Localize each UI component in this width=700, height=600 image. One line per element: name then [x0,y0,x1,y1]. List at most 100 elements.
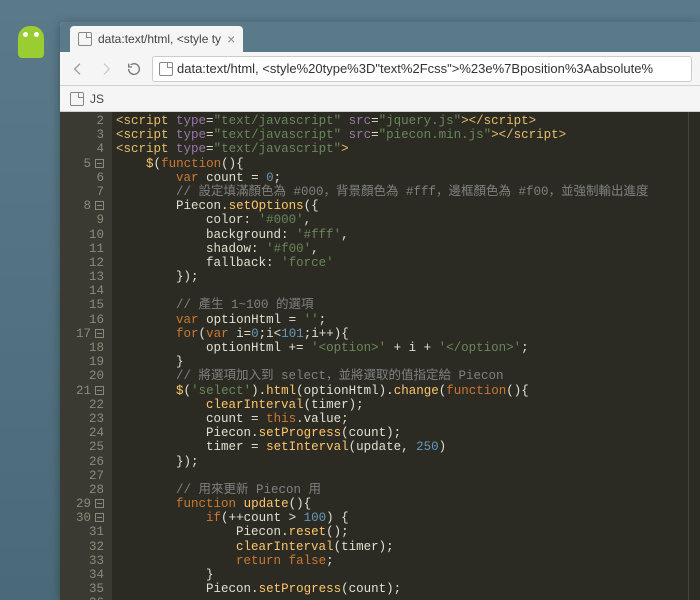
line-number: 30 [72,511,104,525]
code-line[interactable]: background: '#fff', [112,228,700,242]
reload-icon [126,61,142,77]
code-line[interactable]: optionHtml += '<option>' + i + '</option… [112,341,700,355]
code-line[interactable]: }); [112,270,700,284]
code-line[interactable]: var optionHtml = ''; [112,313,700,327]
line-number: 23 [72,412,104,426]
code-line[interactable]: count = this.value; [112,412,700,426]
code-line[interactable]: <script type="text/javascript"> [112,142,700,156]
line-gutter: 2345678910111213141516171819202122232425… [60,112,112,600]
code-line[interactable] [112,284,700,298]
line-number: 21 [72,384,104,398]
code-line[interactable]: // 設定填滿顏色為 #000，背景顏色為 #fff，邊框顏色為 #f00，並強… [112,185,700,199]
arrow-left-icon [70,61,86,77]
profile-avatar[interactable] [18,26,44,58]
line-number: 14 [72,284,104,298]
line-number: 28 [72,483,104,497]
page-icon [159,62,173,76]
code-editor[interactable]: 2345678910111213141516171819202122232425… [60,112,700,600]
line-number: 33 [72,554,104,568]
code-line[interactable]: shadow: '#f00', [112,242,700,256]
bookmark-item[interactable]: JS [90,92,104,106]
code-line[interactable]: Piecon.setProgress(count); [112,582,700,596]
bookmarks-bar: JS [60,86,700,112]
close-icon[interactable]: × [227,31,235,47]
code-area[interactable]: <script type="text/javascript" src="jque… [112,112,700,600]
code-line[interactable]: Piecon.setProgress(count); [112,426,700,440]
line-number: 26 [72,455,104,469]
line-number: 13 [72,270,104,284]
reload-button[interactable] [124,59,144,79]
browser-tab[interactable]: data:text/html, <style ty × [70,26,243,52]
line-number: 5 [72,157,104,171]
arrow-right-icon [98,61,114,77]
line-number: 35 [72,582,104,596]
line-number: 10 [72,228,104,242]
code-line[interactable]: <script type="text/javascript" src="jque… [112,114,700,128]
line-number: 29 [72,497,104,511]
code-line[interactable]: color: '#000', [112,213,700,227]
code-line[interactable]: function update(){ [112,497,700,511]
tab-strip: data:text/html, <style ty × [60,22,700,52]
code-line[interactable]: <script type="text/javascript" src="piec… [112,128,700,142]
code-line[interactable]: }); [112,455,700,469]
code-line[interactable]: } [112,568,700,582]
line-number: 17 [72,327,104,341]
code-line[interactable]: // 用來更新 Piecon 用 [112,483,700,497]
code-line[interactable]: for(var i=0;i<101;i++){ [112,327,700,341]
line-number: 31 [72,525,104,539]
fold-icon[interactable] [95,159,104,168]
fold-icon[interactable] [95,513,104,522]
address-bar[interactable]: data:text/html, <style%20type%3D"text%2F… [152,56,692,82]
browser-window: data:text/html, <style ty × data:text/ht… [60,22,700,600]
code-line[interactable]: clearInterval(timer); [112,398,700,412]
code-line[interactable]: if(++count > 100) { [112,511,700,525]
line-number: 8 [72,199,104,213]
code-line[interactable]: Piecon.reset(); [112,525,700,539]
code-line[interactable]: Piecon.setOptions({ [112,199,700,213]
line-number: 24 [72,426,104,440]
line-number: 11 [72,242,104,256]
page-favicon-icon [78,32,92,46]
line-number: 34 [72,568,104,582]
line-number: 20 [72,369,104,383]
code-line[interactable]: var count = 0; [112,171,700,185]
tab-title: data:text/html, <style ty [98,32,221,46]
back-button[interactable] [68,59,88,79]
code-line[interactable] [112,596,700,600]
code-line[interactable]: $(function(){ [112,157,700,171]
fold-icon[interactable] [95,201,104,210]
line-number: 3 [72,128,104,142]
line-number: 27 [72,469,104,483]
line-number: 7 [72,185,104,199]
line-number: 18 [72,341,104,355]
fold-icon[interactable] [95,499,104,508]
fold-icon[interactable] [95,386,104,395]
line-number: 19 [72,355,104,369]
code-line[interactable] [112,469,700,483]
code-line[interactable]: } [112,355,700,369]
line-number: 4 [72,142,104,156]
bookmark-icon [70,92,84,106]
code-line[interactable]: return false; [112,554,700,568]
fold-icon[interactable] [95,329,104,338]
line-number: 6 [72,171,104,185]
line-number: 15 [72,298,104,312]
code-line[interactable]: clearInterval(timer); [112,540,700,554]
code-line[interactable]: timer = setInterval(update, 250) [112,440,700,454]
line-number: 22 [72,398,104,412]
url-text: data:text/html, <style%20type%3D"text%2F… [177,61,653,76]
code-line[interactable]: $('select').html(optionHtml).change(func… [112,384,700,398]
toolbar: data:text/html, <style%20type%3D"text%2F… [60,52,700,86]
line-number: 16 [72,313,104,327]
line-number: 9 [72,213,104,227]
line-number: 12 [72,256,104,270]
code-line[interactable]: // 產生 1~100 的選項 [112,298,700,312]
line-number: 25 [72,440,104,454]
ruler-line [688,112,689,600]
line-number: 32 [72,540,104,554]
line-number: 36 [72,596,104,600]
forward-button[interactable] [96,59,116,79]
code-line[interactable]: fallback: 'force' [112,256,700,270]
code-line[interactable]: // 將選項加入到 select，並將選取的值指定給 Piecon [112,369,700,383]
line-number: 2 [72,114,104,128]
